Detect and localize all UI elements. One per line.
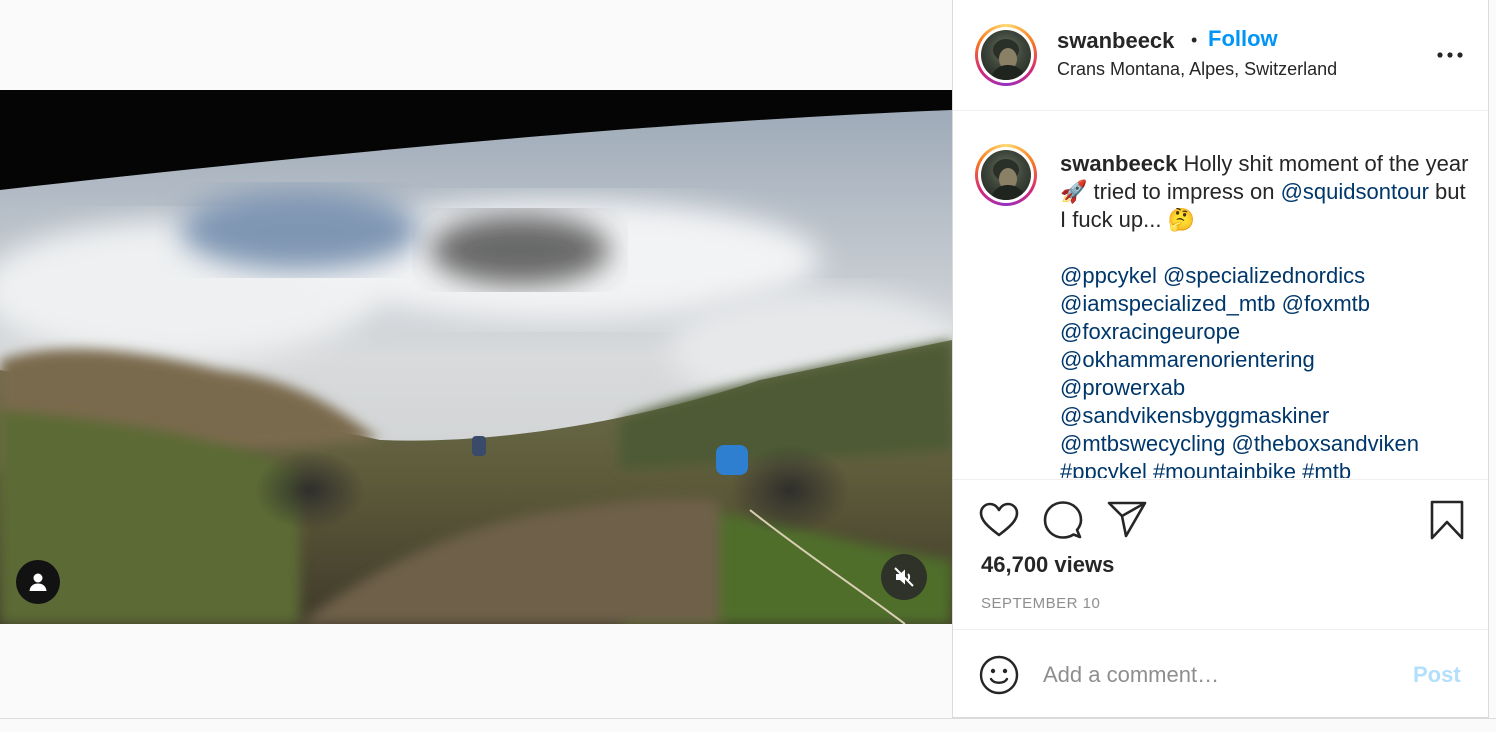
save-button[interactable] [1425, 498, 1469, 542]
tag-line[interactable]: @iamspecialized_mtb @foxmtb [1060, 290, 1470, 318]
video-frame [0, 90, 952, 624]
user-tags-button[interactable] [16, 560, 60, 604]
comment-button[interactable] [1041, 498, 1085, 542]
heart-icon [979, 502, 1019, 537]
mute-toggle-button[interactable] [881, 554, 927, 600]
page-bottom-edge [0, 718, 1496, 732]
tag-line[interactable]: @sandvikensbyggmaskiner [1060, 402, 1470, 430]
emoji-smiley-icon [979, 655, 1019, 695]
caption-text: Holly shit moment of the year [1177, 151, 1469, 176]
rocket-emoji: 🚀 [1060, 179, 1088, 204]
thinking-emoji: 🤔 [1167, 207, 1196, 232]
bookmark-icon [1430, 500, 1464, 540]
add-comment-form: Post [953, 629, 1488, 718]
share-button[interactable] [1105, 498, 1149, 542]
post-date[interactable]: SEPTEMBER 10 [981, 595, 1100, 612]
comments-section[interactable]: swanbeeck Holly shit moment of the year … [953, 112, 1488, 478]
view-count[interactable]: 46,700 views [981, 552, 1114, 578]
header-separator: • [1191, 30, 1198, 50]
post-caption: swanbeeck Holly shit moment of the year … [1060, 150, 1470, 478]
media-column [0, 0, 952, 718]
speaker-muted-icon [894, 567, 914, 587]
emoji-picker-button[interactable] [977, 653, 1021, 697]
tag-line[interactable]: @mtbswecycling @theboxsandviken [1060, 430, 1470, 458]
post-details-panel: swanbeeck • Follow Crans Montana, Alpes,… [952, 0, 1489, 718]
more-options-button[interactable] [1435, 40, 1465, 70]
comment-bubble-icon [1043, 501, 1083, 539]
caption-text: tried to impress on [1087, 179, 1281, 204]
tag-line[interactable]: @ppcykel @specializednordics [1060, 262, 1470, 290]
tag-line[interactable]: @okhammarenorientering [1060, 346, 1470, 374]
like-button[interactable] [977, 498, 1021, 542]
tag-line[interactable]: @prowerxab [1060, 374, 1470, 402]
follow-button[interactable]: Follow [1208, 26, 1278, 52]
post-comment-button[interactable]: Post [1413, 662, 1461, 688]
post-actions: 46,700 views SEPTEMBER 10 [953, 479, 1488, 629]
avatar[interactable] [975, 24, 1037, 86]
caption-avatar[interactable] [975, 144, 1037, 206]
avatar-photo [991, 159, 1025, 200]
post-header: swanbeeck • Follow Crans Montana, Alpes,… [953, 0, 1488, 111]
post-video[interactable] [0, 90, 952, 624]
comment-input[interactable] [1043, 658, 1383, 692]
person-icon [29, 573, 47, 591]
post-author-username[interactable]: swanbeeck [1057, 28, 1174, 54]
tag-line[interactable]: @foxracingeurope [1060, 318, 1470, 346]
caption-username[interactable]: swanbeeck [1060, 151, 1177, 176]
post-location[interactable]: Crans Montana, Alpes, Switzerland [1057, 59, 1337, 80]
more-horizontal-icon [1437, 52, 1463, 58]
paper-plane-icon [1107, 501, 1147, 538]
avatar-photo [991, 39, 1025, 80]
tag-line[interactable]: #ppcykel #mountainbike #mtb [1060, 458, 1470, 478]
mention-link[interactable]: @squidsontour [1281, 179, 1429, 204]
